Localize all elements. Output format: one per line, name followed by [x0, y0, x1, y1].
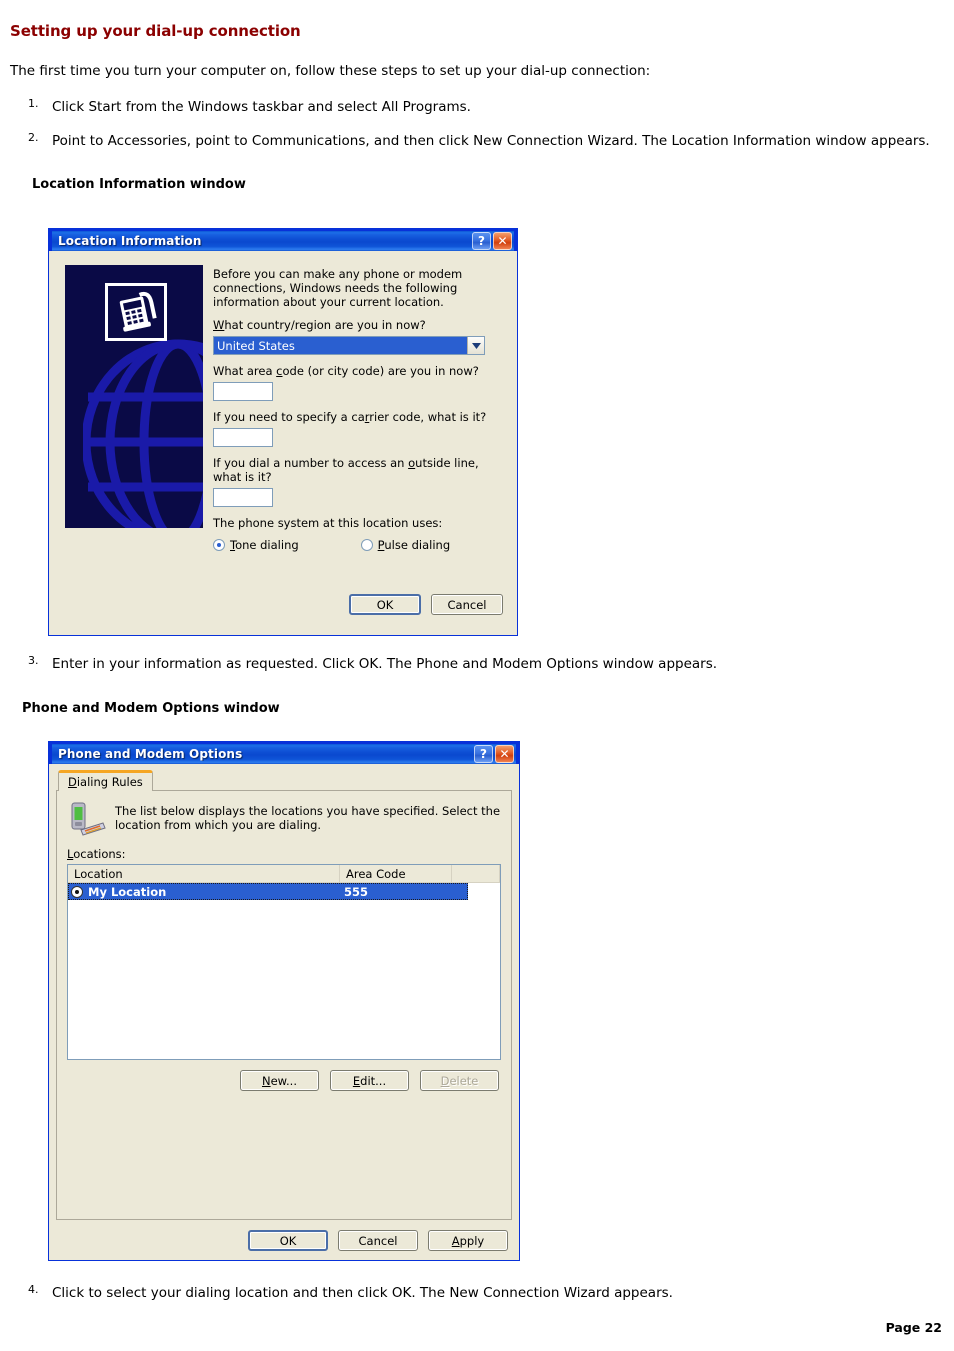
country-select[interactable]: United States [213, 336, 485, 356]
column-header-area-code[interactable]: Area Code [340, 865, 452, 882]
telephone-glyph [119, 291, 157, 332]
radio-pulse-dialing[interactable]: Pulse dialing [360, 538, 450, 552]
new-button[interactable]: New... [240, 1070, 319, 1091]
dialing-rules-panel: The list below displays the locations yo… [56, 790, 512, 1220]
location-dialog-window-buttons: ? ✕ [472, 232, 512, 250]
step-text: Click to select your dialing location an… [52, 1285, 673, 1301]
radio-dot-icon [213, 539, 225, 552]
tab-strip: Dialing Rules [58, 770, 512, 791]
step4-block: 4. Click to select your dialing location… [10, 1283, 940, 1304]
help-icon[interactable]: ? [474, 745, 493, 763]
panel-info-text: The list below displays the locations yo… [115, 804, 501, 833]
apply-button[interactable]: Apply [428, 1230, 508, 1251]
area-code-input[interactable] [213, 382, 273, 402]
caption-phone-modem-options: Phone and Modem Options window [22, 700, 280, 716]
dialing-type-radio-group: Tone dialing Pulse dialing [213, 538, 503, 552]
list-item: 4. Click to select your dialing location… [10, 1283, 940, 1304]
radio-dot-icon [360, 539, 373, 552]
edit-button[interactable]: Edit... [330, 1070, 409, 1091]
locations-listview[interactable]: Location Area Code My Location 555 [67, 864, 501, 1060]
step-number: 4. [28, 1283, 39, 1296]
phone-and-modem-options-dialog: Phone and Modem Options ? ✕ Dialing Rule… [48, 741, 520, 1261]
cell-location: My Location [88, 884, 167, 899]
caption-location-information: Location Information window [32, 177, 246, 193]
carrier-code-label: If you need to specify a carrier code, w… [213, 410, 487, 425]
page-number: Page 22 [885, 1320, 942, 1335]
close-icon[interactable]: ✕ [495, 745, 514, 763]
ok-button[interactable]: OK [349, 594, 421, 615]
phone-modem-window-buttons: ? ✕ [474, 745, 514, 763]
country-select-value: United States [214, 337, 467, 355]
step-number: 2. [28, 130, 39, 144]
list-item: 3. Enter in your information as requeste… [10, 654, 940, 675]
phone-modem-body: Dialing Rules The list below displays th… [49, 764, 519, 1258]
list-item: 2. Point to Accessories, point to Commun… [10, 130, 940, 152]
table-row[interactable]: My Location 555 [68, 883, 468, 900]
step-text: Point to Accessories, point to Communica… [52, 132, 930, 149]
ok-button[interactable]: OK [248, 1230, 328, 1251]
phone-modem-titlebar[interactable]: Phone and Modem Options ? ✕ [49, 741, 519, 764]
step-text: Enter in your information as requested. … [52, 656, 718, 672]
chevron-down-icon[interactable] [467, 337, 484, 355]
step-text: Click Start from the Windows taskbar and… [52, 99, 471, 116]
phone-system-label: The phone system at this location uses: [213, 516, 443, 531]
cancel-button[interactable]: Cancel [338, 1230, 418, 1251]
carrier-code-input[interactable] [213, 428, 273, 448]
location-dialog-buttons: OK Cancel [349, 594, 503, 615]
location-dialog-titlebar[interactable]: Location Information ? ✕ [49, 228, 517, 251]
location-dialog-form: Before you can make any phone or modem c… [209, 259, 509, 625]
step-number: 1. [28, 97, 39, 111]
outside-line-label: If you dial a number to access an outsid… [213, 456, 479, 485]
document-body: Setting up your dial-up connection The f… [0, 0, 954, 192]
cell-area-code: 555 [344, 884, 369, 899]
globe-phone-artwork [65, 265, 203, 528]
panel-info: The list below displays the locations yo… [67, 801, 501, 837]
row-radio-icon [71, 885, 83, 898]
tab-label: Dialing Rules [68, 775, 143, 789]
step3-block: 3. Enter in your information as requeste… [10, 654, 940, 728]
telephone-icon [105, 283, 167, 341]
tab-dialing-rules[interactable]: Dialing Rules [58, 770, 153, 791]
listview-header: Location Area Code [68, 865, 500, 883]
steps-list: 1. Click Start from the Windows taskbar … [10, 97, 940, 152]
globe-icon [83, 339, 203, 528]
country-label: What country/region are you in now? [213, 318, 426, 333]
location-dialog-title: Location Information [58, 234, 202, 248]
location-dialog-body: Before you can make any phone or modem c… [49, 251, 517, 633]
list-item: 1. Click Start from the Windows taskbar … [10, 97, 940, 118]
location-intro-text: Before you can make any phone or modem c… [213, 267, 463, 310]
location-action-buttons: New... Edit... Delete [67, 1070, 501, 1091]
phone-modem-title: Phone and Modem Options [58, 747, 243, 761]
phone-modem-icon [71, 802, 106, 836]
step-number: 3. [28, 654, 39, 667]
cancel-button[interactable]: Cancel [431, 594, 503, 615]
delete-button: Delete [420, 1070, 499, 1091]
locations-label: Locations: [67, 847, 126, 861]
intro-paragraph: The first time you turn your computer on… [10, 63, 651, 79]
location-information-dialog: Location Information ? ✕ Before you can … [48, 228, 518, 636]
area-code-label: What area code (or city code) are you in… [213, 364, 479, 379]
outside-line-input[interactable] [213, 488, 273, 508]
column-header-spacer [452, 865, 500, 882]
page-title: Setting up your dial-up connection [10, 22, 301, 40]
radio-tone-dialing[interactable]: Tone dialing [213, 538, 299, 552]
help-icon[interactable]: ? [472, 232, 491, 250]
close-icon[interactable]: ✕ [493, 232, 512, 250]
phone-modem-footer-buttons: OK Cancel Apply [56, 1222, 512, 1251]
column-header-location[interactable]: Location [68, 865, 340, 882]
